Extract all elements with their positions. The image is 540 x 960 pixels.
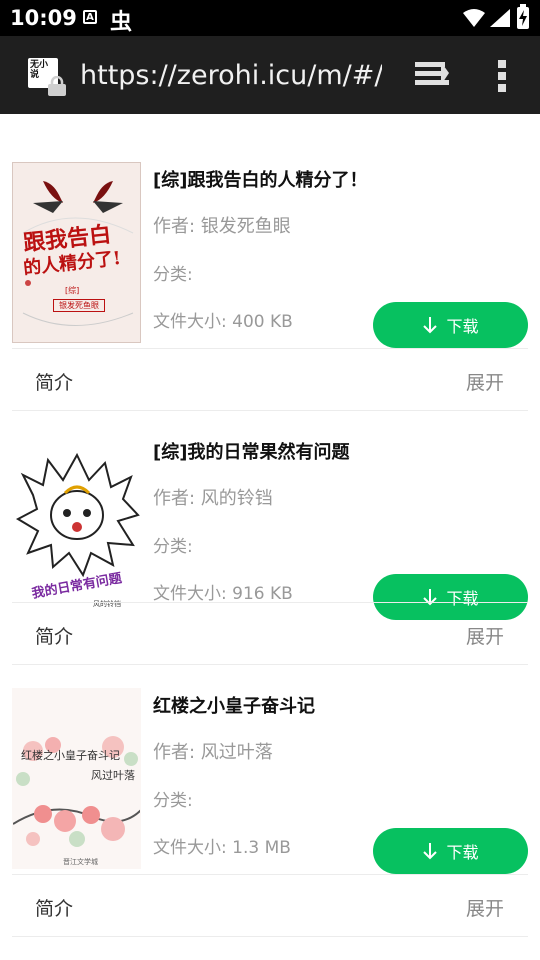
- status-time: 10:09: [10, 6, 77, 30]
- cover-author: 风的铃铛: [93, 600, 121, 608]
- divider: [12, 874, 528, 875]
- browser-toolbar: 无小说 https://zerohi.icu/m/#/eb: [0, 36, 540, 114]
- book-title[interactable]: [综]跟我告白的人精分了！: [153, 166, 367, 192]
- expand-button[interactable]: 展开: [466, 894, 504, 921]
- book-title[interactable]: 红楼之小皇子奋斗记: [153, 692, 315, 718]
- download-icon: [423, 843, 438, 860]
- intro-label: 简介: [35, 898, 74, 920]
- tabs-icon[interactable]: [413, 59, 451, 91]
- cover-publisher: 晋江文学城: [63, 858, 98, 866]
- book-file-size: 文件大小: 1.3 MB: [153, 838, 291, 858]
- book-author: 作者: 风的铃铛: [153, 488, 273, 509]
- book-file-size: 文件大小: 400 KB: [153, 312, 293, 332]
- book-category: 分类:: [153, 265, 193, 285]
- book-category: 分类:: [153, 537, 193, 557]
- download-label: 下载: [446, 589, 479, 608]
- book-cover[interactable]: 跟我告白 的人精分了! [综] 银发死鱼眼: [12, 162, 141, 343]
- download-label: 下载: [446, 317, 479, 336]
- url-bar[interactable]: https://zerohi.icu/m/#/eb: [80, 58, 382, 94]
- bug-notification-icon: 虫: [110, 10, 133, 35]
- wifi-icon: [463, 9, 485, 27]
- book-author: 作者: 风过叶落: [153, 742, 273, 763]
- download-button[interactable]: 下载: [373, 302, 528, 348]
- lock-icon: [48, 76, 66, 96]
- cover-author: 风过叶落: [91, 769, 135, 782]
- cover-tag: [综]: [65, 286, 80, 295]
- overflow-menu-icon[interactable]: [495, 58, 509, 94]
- book-item[interactable]: 红楼之小皇子奋斗记 风过叶落 晋江文学城 红楼之小皇子奋斗记 作者: 风过叶落 …: [0, 640, 540, 937]
- download-icon: [423, 317, 438, 334]
- book-category: 分类:: [153, 791, 193, 811]
- book-cover[interactable]: 红楼之小皇子奋斗记 风过叶落 晋江文学城: [12, 688, 141, 869]
- signal-icon: [490, 9, 510, 27]
- divider: [12, 936, 528, 937]
- cover-title: 红楼之小皇子奋斗记: [21, 749, 120, 762]
- book-author: 作者: 银发死鱼眼: [153, 216, 291, 237]
- download-icon: [423, 589, 438, 606]
- download-button[interactable]: 下载: [373, 574, 528, 620]
- status-bar: 10:09 A 虫: [0, 0, 540, 36]
- book-title[interactable]: [综]我的日常果然有问题: [153, 438, 349, 464]
- divider: [12, 348, 528, 349]
- cover-author: 银发死鱼眼: [53, 299, 105, 312]
- download-button[interactable]: 下载: [373, 828, 528, 874]
- book-item[interactable]: 我的日常有问题 风的铃铛 [综]我的日常果然有问题 作者: 风的铃铛 分类: 文…: [0, 386, 540, 665]
- book-file-size: 文件大小: 916 KB: [153, 584, 293, 604]
- book-item[interactable]: 跟我告白 的人精分了! [综] 银发死鱼眼 [综]跟我告白的人精分了！ 作者: …: [0, 114, 540, 411]
- book-cover[interactable]: 我的日常有问题 风的铃铛: [12, 434, 141, 615]
- battery-icon: [517, 4, 529, 29]
- download-label: 下载: [446, 843, 479, 862]
- divider: [12, 602, 528, 603]
- a-notification-icon: A: [83, 10, 97, 24]
